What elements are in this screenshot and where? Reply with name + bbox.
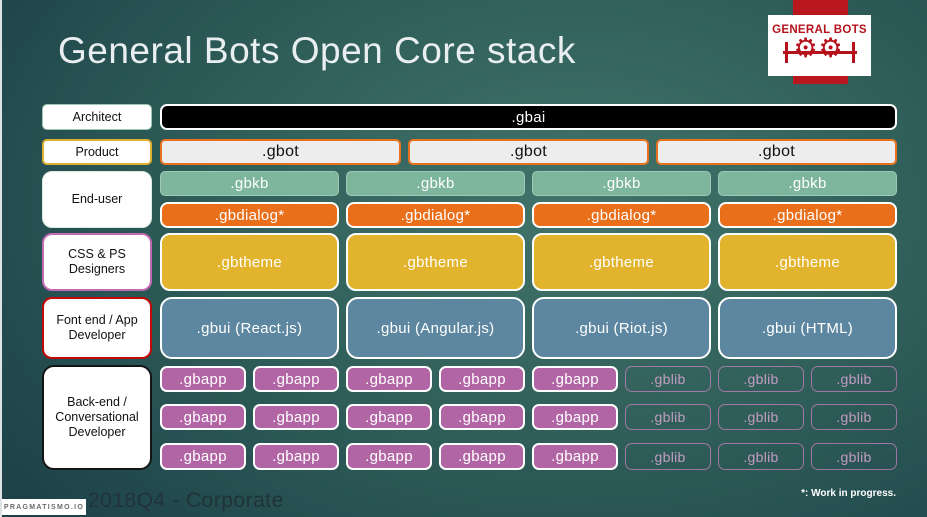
gbdialog-block: .gbdialog* — [718, 202, 897, 228]
gbui-html-block: .gbui (HTML) — [718, 297, 897, 359]
left-edge-accent — [0, 0, 2, 517]
gbapp-block: .gbapp — [346, 443, 432, 470]
gblib-block: .gblib — [718, 443, 804, 470]
gblib-block: .gblib — [811, 443, 897, 470]
row-gbai: .gbai — [160, 104, 897, 130]
gbapp-block: .gbapp — [532, 443, 618, 470]
gbapp-block: .gbapp — [532, 366, 618, 392]
gbdialog-block: .gbdialog* — [160, 202, 339, 228]
gbkb-block: .gbkb — [718, 171, 897, 196]
general-bots-logo: GENERAL BOTS ⚙ ⚙ — [768, 15, 871, 76]
work-in-progress-note: *: Work in progress. — [801, 488, 896, 499]
row-gbapp-3: .gbapp .gbapp .gbapp .gbapp .gbapp .gbli… — [160, 443, 897, 470]
role-label-product: Product — [42, 139, 152, 165]
row-gbapp-2: .gbapp .gbapp .gbapp .gbapp .gbapp .gbli… — [160, 404, 897, 430]
gbtheme-block: .gbtheme — [532, 233, 711, 291]
gbui-react-block: .gbui (React.js) — [160, 297, 339, 359]
gblib-block: .gblib — [811, 366, 897, 392]
gblib-block: .gblib — [718, 366, 804, 392]
row-gbot: .gbot .gbot .gbot — [160, 139, 897, 165]
row-gbkb: .gbkb .gbkb .gbkb .gbkb — [160, 171, 897, 196]
gbui-riot-block: .gbui (Riot.js) — [532, 297, 711, 359]
gear-right-bar — [851, 42, 855, 63]
gbapp-block: .gbapp — [346, 404, 432, 430]
gbkb-block: .gbkb — [346, 171, 525, 196]
gblib-block: .gblib — [625, 366, 711, 392]
row-gbtheme: .gbtheme .gbtheme .gbtheme .gbtheme — [160, 233, 897, 291]
slide-title: General Bots Open Core stack — [58, 30, 576, 71]
gbtheme-block: .gbtheme — [160, 233, 339, 291]
gbai-block: .gbai — [160, 104, 897, 130]
gbdialog-block: .gbdialog* — [532, 202, 711, 228]
gears-icon: ⚙ ⚙ — [782, 33, 857, 67]
role-label-css-ps-designers: CSS & PS Designers — [42, 233, 152, 291]
gbapp-block: .gbapp — [253, 404, 339, 430]
gblib-block: .gblib — [625, 443, 711, 470]
gbkb-block: .gbkb — [160, 171, 339, 196]
slide: General Bots Open Core stack GENERAL BOT… — [0, 0, 927, 517]
gear-left-bar — [784, 42, 788, 63]
row-gbui: .gbui (React.js) .gbui (Angular.js) .gbu… — [160, 297, 897, 359]
gblib-block: .gblib — [718, 404, 804, 430]
role-label-end-user: End-user — [42, 171, 152, 228]
gbapp-block: .gbapp — [253, 366, 339, 392]
gbapp-block: .gbapp — [160, 443, 246, 470]
role-label-architect: Architect — [42, 104, 152, 130]
gbot-block: .gbot — [408, 139, 649, 165]
gblib-block: .gblib — [625, 404, 711, 430]
gbot-block: .gbot — [656, 139, 897, 165]
gbapp-block: .gbapp — [346, 366, 432, 392]
gbapp-block: .gbapp — [253, 443, 339, 470]
role-label-backend-conversational-developer: Back-end / Conversational Developer — [42, 365, 152, 470]
gbtheme-block: .gbtheme — [346, 233, 525, 291]
row-gbdialog: .gbdialog* .gbdialog* .gbdialog* .gbdial… — [160, 202, 897, 228]
gear-icon: ⚙ — [793, 33, 818, 63]
gbtheme-block: .gbtheme — [718, 233, 897, 291]
gbapp-block: .gbapp — [439, 443, 525, 470]
footer-edition-text: 2018Q4 - Corporate — [88, 489, 284, 512]
gbapp-block: .gbapp — [160, 366, 246, 392]
gbapp-block: .gbapp — [439, 404, 525, 430]
gbapp-block: .gbapp — [532, 404, 618, 430]
gbdialog-block: .gbdialog* — [346, 202, 525, 228]
gbapp-block: .gbapp — [160, 404, 246, 430]
gear-icon: ⚙ — [818, 33, 843, 63]
row-gbapp-1: .gbapp .gbapp .gbapp .gbapp .gbapp .gbli… — [160, 366, 897, 392]
gbui-angular-block: .gbui (Angular.js) — [346, 297, 525, 359]
gblib-block: .gblib — [811, 404, 897, 430]
gbkb-block: .gbkb — [532, 171, 711, 196]
pragmatismo-watermark: PRAGMATISMO.IO — [2, 499, 86, 515]
role-label-frontend-app-developer: Font end / App Developer — [42, 297, 152, 359]
gbapp-block: .gbapp — [439, 366, 525, 392]
gbot-block: .gbot — [160, 139, 401, 165]
